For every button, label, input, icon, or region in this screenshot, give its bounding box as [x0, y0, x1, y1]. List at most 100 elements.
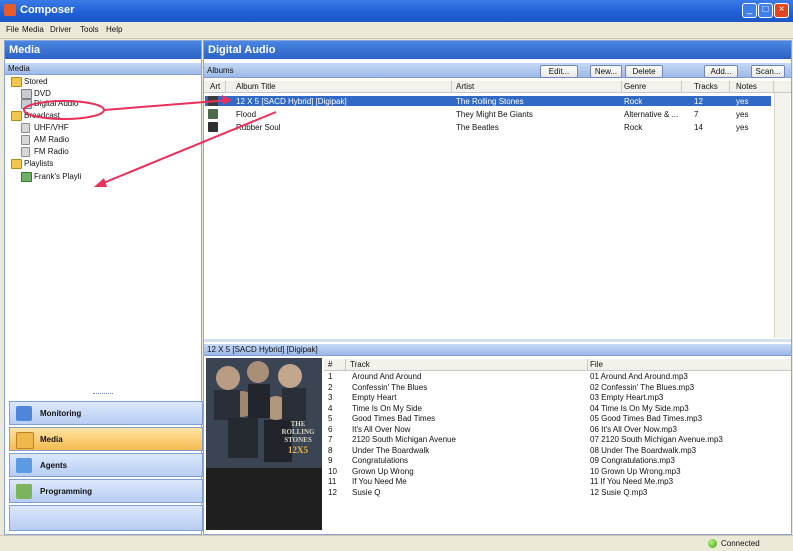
track-row[interactable]: 4 Time Is On My Side 04 Time Is On My Side…: [324, 404, 774, 414]
add-button[interactable]: Add...: [704, 65, 738, 78]
tree-label: Frank's Playli: [34, 172, 82, 181]
track-file: 04 Time Is On My Side.mp3: [590, 403, 689, 413]
tree-item-broadcast[interactable]: Broadcast: [11, 111, 60, 121]
track-title: Empty Heart: [352, 393, 397, 402]
scan-button[interactable]: Scan...: [751, 65, 785, 78]
track-row[interactable]: 10 Grown Up Wrong 10 Grown Up Wrong.mp3: [324, 467, 774, 477]
track-row[interactable]: 8 Under The Boardwalk 08 Under The Boardwa…: [324, 446, 774, 456]
col-file[interactable]: File: [588, 359, 778, 370]
tree-label: Stored: [24, 77, 48, 86]
nav-programming-button[interactable]: Programming: [9, 479, 203, 503]
playlist-icon: [21, 172, 32, 182]
edit-button[interactable]: Edit...: [540, 65, 578, 78]
track-row[interactable]: 7 2120 South Michigan Avenue 07 2120 South…: [324, 435, 774, 445]
menu-media[interactable]: Media: [22, 25, 44, 34]
col-art[interactable]: Art: [208, 81, 226, 92]
menu-driver[interactable]: Driver: [50, 25, 71, 34]
col-genre[interactable]: Genre: [622, 81, 682, 92]
album-art-thumb-icon: [208, 122, 218, 132]
album-row[interactable]: Flood They Might Be Giants Alternative &…: [204, 109, 791, 120]
track-title: Under The Boardwalk: [352, 445, 430, 455]
menu-file[interactable]: File: [6, 25, 19, 34]
tree-label: DVD: [34, 89, 51, 98]
album-art-thumb-icon: [208, 96, 218, 106]
tree-item-stored[interactable]: Stored: [11, 77, 48, 87]
nav-media-button[interactable]: Media: [9, 427, 203, 451]
cover-title: 12X5: [288, 445, 308, 455]
track-row[interactable]: 12 Susie Q 12 Susie Q.mp3: [324, 488, 774, 498]
splitter-grip[interactable]: [93, 393, 113, 396]
tree-item-franks-playlist[interactable]: Frank's Playli: [21, 172, 82, 182]
albums-scrollbar[interactable]: [774, 93, 790, 338]
track-number: 6: [328, 424, 333, 434]
track-row[interactable]: 5 Good Times Bad Times 05 Good Times Bad T…: [324, 414, 774, 424]
album-tracks: 14: [694, 123, 703, 132]
track-row[interactable]: 11 If You Need Me 11 If You Need Me.mp3: [324, 477, 774, 487]
track-title: Congratulations: [352, 456, 409, 465]
album-notes: yes: [736, 123, 749, 132]
track-number: 3: [328, 393, 333, 402]
album-artist: The Beatles: [456, 123, 499, 132]
tree-label: FM Radio: [34, 147, 69, 156]
cover-text-line: ROLLING: [281, 428, 315, 436]
col-artist[interactable]: Artist: [454, 81, 622, 92]
track-title: Time Is On My Side: [352, 403, 422, 413]
tracks-column-header: # Track File: [324, 359, 791, 371]
track-title: Susie Q: [352, 487, 381, 497]
tree-item-digital-audio[interactable]: Digital Audio: [21, 99, 79, 109]
album-title: 12 X 5 [SACD Hybrid] [Digipak]: [236, 97, 347, 106]
track-row[interactable]: 2 Confessin' The Blues 02 Confessin' The B…: [324, 383, 774, 393]
track-file: 12 Susie Q.mp3: [590, 487, 648, 497]
delete-button[interactable]: Delete: [625, 65, 663, 78]
horizontal-splitter[interactable]: [204, 339, 791, 342]
track-title: If You Need Me: [352, 477, 407, 486]
tree-item-dvd[interactable]: DVD: [21, 89, 51, 99]
tree-item-playlists[interactable]: Playlists: [11, 159, 54, 169]
tree-label: Playlists: [24, 159, 54, 168]
close-icon[interactable]: ×: [774, 3, 789, 18]
track-row[interactable]: 1 Around And Around 01 Around And Around.m…: [324, 372, 774, 382]
nav-monitoring-button[interactable]: Monitoring: [9, 401, 203, 425]
nav-agents-button[interactable]: Agents: [9, 453, 203, 477]
title-bar: Composer _ □ ×: [0, 0, 793, 22]
nav-label: Media: [40, 435, 63, 444]
tree-item-am-radio[interactable]: AM Radio: [21, 135, 69, 145]
nav-label: Programming: [40, 487, 93, 496]
track-number: 5: [328, 414, 333, 423]
album-row[interactable]: Rubber Soul The Beatles Rock 14 yes: [204, 122, 791, 133]
track-number: 2: [328, 382, 333, 392]
cover-text-line: STONES: [284, 436, 312, 444]
app-icon: [4, 4, 16, 16]
track-file: 05 Good Times Bad Times.mp3: [590, 414, 703, 423]
maximize-icon[interactable]: □: [758, 3, 773, 18]
track-number: 9: [328, 456, 333, 465]
col-notes[interactable]: Notes: [734, 81, 774, 92]
digital-audio-header: Digital Audio: [204, 41, 791, 59]
status-bar: Connected: [0, 535, 793, 551]
track-row[interactable]: 9 Congratulations 09 Congratulations.mp3: [324, 456, 774, 466]
col-album-title[interactable]: Album Title: [234, 81, 452, 92]
albums-toolbar: Albums Edit... New... Delete Add... Scan…: [204, 63, 791, 78]
album-genre: Rock: [624, 123, 643, 132]
tree-item-fm-radio[interactable]: FM Radio: [21, 147, 69, 157]
col-track[interactable]: Track: [348, 359, 588, 370]
track-row[interactable]: 6 It's All Over Now 06 It's All Over Now.m…: [324, 425, 774, 435]
minimize-icon[interactable]: _: [742, 3, 757, 18]
track-title: Good Times Bad Times: [352, 414, 436, 423]
radio-icon: [21, 147, 30, 157]
track-title: It's All Over Now: [352, 424, 411, 434]
album-row[interactable]: 12 X 5 [SACD Hybrid] [Digipak] The Rolli…: [204, 96, 791, 107]
tree-item-uhf-vhf[interactable]: UHF/VHF: [21, 123, 69, 133]
cover-text-line: THE: [290, 420, 306, 428]
album-cover-art: THE ROLLING STONES 12X5: [206, 358, 322, 530]
menu-tools[interactable]: Tools: [80, 25, 99, 34]
col-tracks[interactable]: Tracks: [692, 81, 730, 92]
menu-help[interactable]: Help: [106, 25, 122, 34]
agents-icon: [16, 458, 32, 473]
track-file: 03 Empty Heart.mp3: [590, 393, 664, 402]
tree-label: Digital Audio: [34, 99, 79, 108]
new-button[interactable]: New...: [590, 65, 622, 78]
col-track-number[interactable]: #: [326, 359, 346, 370]
track-file: 06 It's All Over Now.mp3: [590, 424, 677, 434]
track-row[interactable]: 3 Empty Heart 03 Empty Heart.mp3: [324, 393, 774, 403]
